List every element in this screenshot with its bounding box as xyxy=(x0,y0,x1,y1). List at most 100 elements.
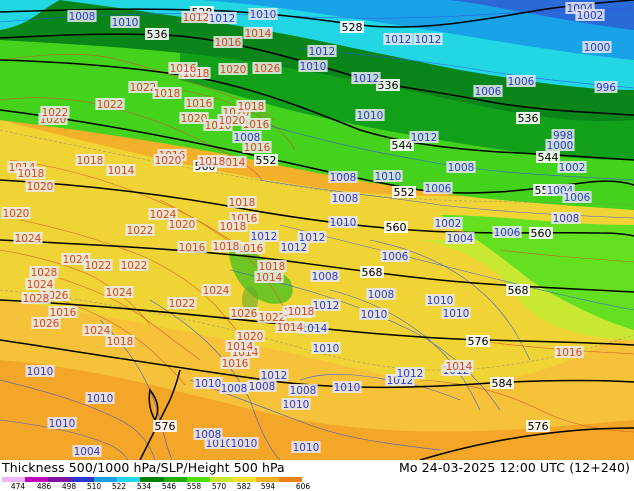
height500-label: 576 xyxy=(155,420,176,433)
slp-label-red: 1018 xyxy=(199,156,226,168)
slp-label-blue: 1012 xyxy=(353,73,380,85)
slp-label-blue: 996 xyxy=(596,82,616,94)
slp-label-blue: 1006 xyxy=(564,192,591,204)
slp-label-blue: 1006 xyxy=(425,183,452,195)
slp-label-blue: 1008 xyxy=(249,381,276,393)
slp-label-red: 1020 xyxy=(181,113,208,125)
slp-label-red: 1018 xyxy=(107,336,134,348)
slp-label-blue: 1004 xyxy=(447,233,474,245)
slp-label-blue: 1010 xyxy=(375,171,402,183)
slp-label-blue: 1008 xyxy=(290,385,317,397)
slp-label-red: 1022 xyxy=(169,298,196,310)
slp-label-red: 1022 xyxy=(85,260,112,272)
slp-label-blue: 1012 xyxy=(209,13,236,25)
slp-label-red: 1016 xyxy=(215,37,242,49)
slp-label-blue: 1012 xyxy=(251,231,278,243)
slp-label-red: 1020 xyxy=(27,181,54,193)
height500-label: 576 xyxy=(468,335,489,348)
slp-label-red: 1018 xyxy=(238,101,265,113)
slp-label-red: 1026 xyxy=(254,63,281,75)
slp-label-blue: 1008 xyxy=(69,11,96,23)
slp-label-blue: 1010 xyxy=(313,343,340,355)
slp-label-red: 1016 xyxy=(222,358,249,370)
slp-label-blue: 1012 xyxy=(309,46,336,58)
slp-label-blue: 1002 xyxy=(435,218,462,230)
slp-label-blue: 1010 xyxy=(334,382,361,394)
slp-label-blue: 1010 xyxy=(361,309,388,321)
slp-label-red: 1020 xyxy=(3,208,30,220)
slp-label-blue: 1002 xyxy=(559,162,586,174)
slp-label-red: 1028 xyxy=(23,293,50,305)
slp-label-blue: 1008 xyxy=(312,271,339,283)
slp-label-red: 1014 xyxy=(446,361,473,373)
slp-label-red: 1020 xyxy=(219,115,246,127)
slp-label-blue: 1014 xyxy=(301,323,328,335)
slp-label-red: 1026 xyxy=(231,308,258,320)
height500-label: 584 xyxy=(492,377,513,390)
slp-label-red: 1024 xyxy=(15,233,42,245)
slp-label-blue: 1010 xyxy=(427,295,454,307)
height500-label: 528 xyxy=(342,21,363,34)
slp-label-red: 1016 xyxy=(237,243,264,255)
slp-label-blue: 1012 xyxy=(313,300,340,312)
height500-label: 576 xyxy=(528,420,549,433)
height500-label: 544 xyxy=(392,139,413,152)
slp-label-blue: 1008 xyxy=(332,193,359,205)
slp-label-red: 1016 xyxy=(244,142,271,154)
slp-label-blue: 1012 xyxy=(415,34,442,46)
slp-label-blue: 1012 xyxy=(281,242,308,254)
slp-label-red: 1020 xyxy=(169,219,196,231)
slp-label-red: 1020 xyxy=(155,155,182,167)
slp-label-red: 1016 xyxy=(170,63,197,75)
height500-label: 536 xyxy=(518,112,539,125)
slp-label-blue: 1010 xyxy=(293,442,320,454)
slp-label-blue: 1008 xyxy=(553,213,580,225)
slp-label-red: 1016 xyxy=(179,242,206,254)
slp-label-blue: 1006 xyxy=(508,76,535,88)
slp-label-blue: 1010 xyxy=(330,217,357,229)
slp-label-blue: 1010 xyxy=(27,366,54,378)
slp-label-blue: 1010 xyxy=(250,9,277,21)
slp-label-red: 1018 xyxy=(77,155,104,167)
height500-label: 536 xyxy=(378,79,399,92)
height500-label: 568 xyxy=(362,266,383,279)
slp-label-red: 1022 xyxy=(130,82,157,94)
slp-label-red: 1018 xyxy=(213,241,240,253)
slp-label-red: 1028 xyxy=(31,267,58,279)
slp-label-red: 1024 xyxy=(203,285,230,297)
slp-label-blue: 1010 xyxy=(112,17,139,29)
slp-label-blue: 1008 xyxy=(448,162,475,174)
slp-label-blue: 1010 xyxy=(195,378,222,390)
slp-label-blue: 1008 xyxy=(195,429,222,441)
slp-label-blue: 1008 xyxy=(330,172,357,184)
slp-label-red: 1018 xyxy=(18,168,45,180)
slp-label-blue: 1010 xyxy=(87,393,114,405)
map-footer: Thickness 500/1000 hPa/SLP/Height 500 hP… xyxy=(0,460,634,491)
slp-label-blue: 1000 xyxy=(584,42,611,54)
slp-label-red: 1014 xyxy=(277,322,304,334)
slp-label-blue: 1008 xyxy=(368,289,395,301)
slp-label-red: 1014 xyxy=(245,28,272,40)
weather-map: 5285285365365365445445525525525605605605… xyxy=(0,0,634,460)
slp-label-red: 1016 xyxy=(556,347,583,359)
slp-label-blue: 1006 xyxy=(382,251,409,263)
slp-label-red: 1016 xyxy=(243,119,270,131)
slp-label-blue: 1002 xyxy=(577,10,604,22)
slp-label-red: 1014 xyxy=(108,165,135,177)
slp-label-red: 1018 xyxy=(154,88,181,100)
slp-label-red: 1022 xyxy=(42,107,69,119)
slp-label-red: 1026 xyxy=(33,318,60,330)
slp-label-red: 1022 xyxy=(97,99,124,111)
slp-label-blue: 1010 xyxy=(300,61,327,73)
slp-label-red: 1022 xyxy=(127,225,154,237)
slp-label-blue: 1010 xyxy=(49,418,76,430)
height500-label: 552 xyxy=(256,154,277,167)
map-datetime: Mo 24-03-2025 12:00 UTC (12+240) xyxy=(399,460,630,475)
slp-label-blue: 1012 xyxy=(385,34,412,46)
slp-label-blue: 1012 xyxy=(397,368,424,380)
height500-label: 568 xyxy=(508,284,529,297)
colorbar-ticks: 474 486 498 510 522 534 546 558 570 582 594 606 xyxy=(0,482,330,491)
slp-label-red: 1012 xyxy=(183,12,210,24)
map-title: Thickness 500/1000 hPa/SLP/Height 500 hP… xyxy=(2,460,285,475)
slp-label-blue: 1010 xyxy=(283,399,310,411)
